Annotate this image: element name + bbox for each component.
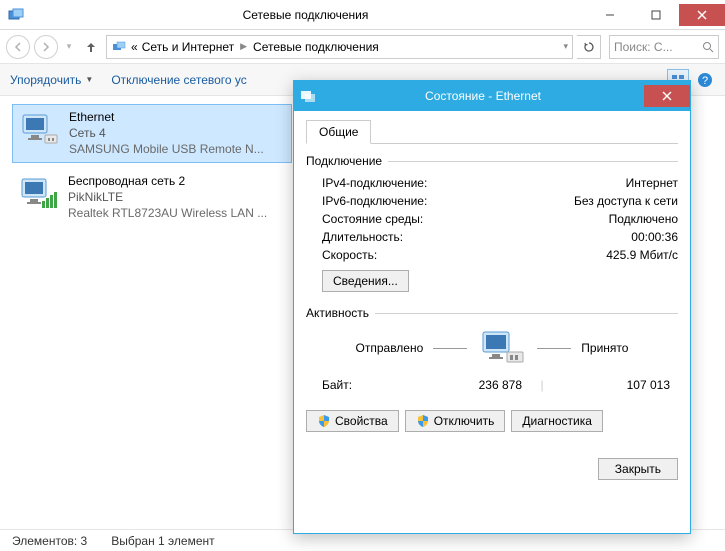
connection-subtitle: Сеть 4 — [69, 125, 264, 141]
minimize-button[interactable] — [587, 4, 633, 26]
properties-label: Свойства — [335, 414, 388, 428]
speed-value: 425.9 Мбит/с — [606, 248, 678, 262]
close-dialog-button[interactable]: Закрыть — [598, 458, 678, 480]
bytes-divider: | — [522, 378, 562, 392]
search-icon — [702, 41, 714, 53]
duration-value: 00:00:36 — [631, 230, 678, 244]
bytes-label: Байт: — [322, 378, 422, 392]
bytes-received-value: 107 013 — [562, 378, 678, 392]
group-connection-label: Подключение — [306, 154, 382, 168]
maximize-button[interactable] — [633, 4, 679, 26]
connection-name: Ethernet — [69, 109, 264, 125]
address-bar[interactable]: « Сеть и Интернет ▶ Сетевые подключения … — [106, 35, 573, 59]
connection-name: Беспроводная сеть 2 — [68, 173, 267, 189]
address-dropdown-icon[interactable]: ▾ — [563, 41, 568, 52]
group-activity: Активность — [306, 306, 678, 320]
connection-subtitle: PikNikLTE — [68, 189, 267, 205]
wifi-icon — [18, 173, 60, 213]
group-connection: Подключение — [306, 154, 678, 168]
activity-icon — [477, 328, 527, 368]
search-input[interactable]: Поиск: С... — [609, 35, 719, 59]
network-icon — [111, 39, 127, 55]
status-item-count: Элементов: 3 — [12, 534, 87, 548]
media-state-value: Подключено — [609, 212, 678, 226]
refresh-button[interactable] — [577, 35, 601, 59]
ipv6-value: Без доступа к сети — [574, 194, 678, 208]
ipv4-value: Интернет — [626, 176, 678, 190]
media-state-label: Состояние среды: — [322, 212, 423, 226]
window-title: Сетевые подключения — [24, 8, 587, 22]
disable-button[interactable]: Отключить — [405, 410, 506, 432]
organize-label: Упорядочить — [10, 73, 81, 87]
close-button[interactable] — [679, 4, 725, 26]
connection-item-ethernet[interactable]: Ethernet Сеть 4 SAMSUNG Mobile USB Remot… — [12, 104, 292, 163]
ipv6-label: IPv6-подключение: — [322, 194, 427, 208]
properties-button[interactable]: Свойства — [306, 410, 399, 432]
diagnose-button[interactable]: Диагностика — [511, 410, 603, 432]
ipv4-label: IPv4-подключение: — [322, 176, 427, 190]
disable-device-button[interactable]: Отключение сетевого ус — [111, 73, 246, 87]
dialog-titlebar[interactable]: Состояние - Ethernet — [294, 81, 690, 111]
back-button[interactable] — [6, 35, 30, 59]
breadcrumb-prefix: « — [131, 40, 138, 54]
dialog-icon — [300, 88, 316, 104]
search-placeholder: Поиск: С... — [614, 40, 698, 54]
duration-label: Длительность: — [322, 230, 403, 244]
dialog-title: Состояние - Ethernet — [322, 89, 644, 103]
breadcrumb-leaf[interactable]: Сетевые подключения — [253, 40, 379, 54]
bytes-sent-value: 236 878 — [422, 378, 522, 392]
organize-menu[interactable]: Упорядочить ▼ — [10, 73, 93, 87]
history-dropdown[interactable]: ▾ — [62, 41, 76, 52]
tab-general[interactable]: Общие — [306, 120, 371, 144]
status-dialog: Состояние - Ethernet Общие Подключение I… — [293, 80, 691, 534]
navigation-bar: ▾ « Сеть и Интернет ▶ Сетевые подключени… — [0, 30, 725, 64]
connection-item-wifi[interactable]: Беспроводная сеть 2 PikNikLTE Realtek RT… — [12, 169, 292, 226]
window-titlebar: Сетевые подключения — [0, 0, 725, 30]
chevron-down-icon: ▼ — [85, 75, 93, 84]
group-activity-label: Активность — [306, 306, 369, 320]
details-button[interactable]: Сведения... — [322, 270, 409, 292]
forward-button[interactable] — [34, 35, 58, 59]
connection-adapter: SAMSUNG Mobile USB Remote N... — [69, 141, 264, 157]
shield-icon — [317, 414, 331, 428]
svg-text:?: ? — [702, 75, 708, 87]
received-label: Принято — [581, 341, 628, 355]
disable-label: Отключение сетевого ус — [111, 73, 246, 87]
sent-label: Отправлено — [356, 341, 424, 355]
breadcrumb-root[interactable]: Сеть и Интернет — [142, 40, 234, 54]
ethernet-icon — [19, 109, 61, 149]
up-button[interactable] — [80, 36, 102, 58]
shield-icon — [416, 414, 430, 428]
disable-label: Отключить — [434, 414, 495, 428]
status-selected-count: Выбран 1 элемент — [111, 534, 214, 548]
help-button[interactable]: ? — [695, 70, 715, 90]
breadcrumb-separator: ▶ — [238, 41, 249, 52]
dialog-close-button[interactable] — [644, 85, 690, 107]
tab-strip: Общие — [306, 119, 678, 144]
app-icon — [8, 7, 24, 23]
speed-label: Скорость: — [322, 248, 377, 262]
connection-adapter: Realtek RTL8723AU Wireless LAN ... — [68, 205, 267, 221]
